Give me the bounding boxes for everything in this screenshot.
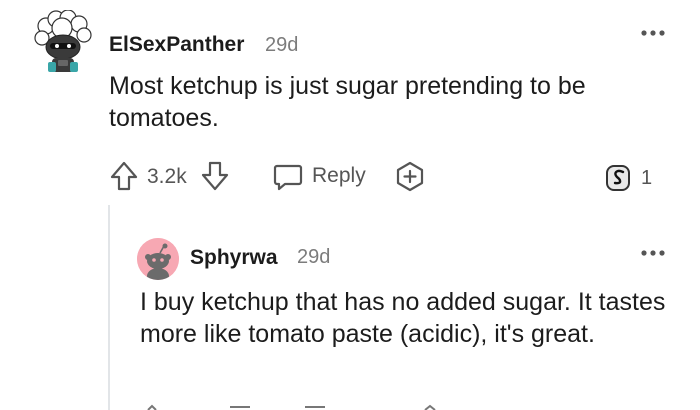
downvote-button[interactable] bbox=[200, 160, 230, 192]
plus-award-icon bbox=[396, 161, 424, 192]
reply-time[interactable]: 29d bbox=[297, 246, 330, 269]
reply-action-bar bbox=[140, 404, 440, 410]
action-bar-fragment-icon bbox=[147, 404, 436, 410]
award-button[interactable] bbox=[394, 160, 426, 192]
more-horizontal-icon bbox=[641, 30, 665, 36]
speech-bubble-icon bbox=[273, 164, 303, 191]
comment-body: Most ketchup is just sugar pretending to… bbox=[109, 72, 586, 132]
award-count: 1 bbox=[641, 166, 653, 189]
comment-author[interactable]: ElSexPanther bbox=[109, 33, 244, 57]
comment-time[interactable]: 29d bbox=[265, 34, 298, 57]
reply-body: I buy ketchup that has no added sugar. I… bbox=[140, 288, 666, 348]
arrow-up-icon bbox=[110, 161, 138, 191]
reply-label: Reply bbox=[312, 164, 366, 187]
avatar[interactable] bbox=[32, 10, 94, 76]
reply-author[interactable]: Sphyrwa bbox=[190, 246, 278, 270]
upvote-button[interactable] bbox=[109, 160, 139, 192]
award-badge[interactable]: 1 bbox=[605, 163, 652, 193]
vote-count: 3.2k bbox=[147, 165, 187, 188]
award-badge-icon bbox=[606, 165, 630, 191]
avatar[interactable] bbox=[137, 238, 179, 280]
arrow-down-icon bbox=[201, 161, 229, 191]
thread-line[interactable] bbox=[108, 205, 110, 410]
more-options-button[interactable] bbox=[640, 248, 666, 258]
snoo-avatar-icon bbox=[34, 10, 92, 72]
reply-button[interactable]: Reply bbox=[272, 160, 366, 192]
more-options-button[interactable] bbox=[640, 28, 666, 38]
more-horizontal-icon bbox=[641, 250, 665, 256]
snoo-avatar-icon bbox=[137, 238, 179, 280]
